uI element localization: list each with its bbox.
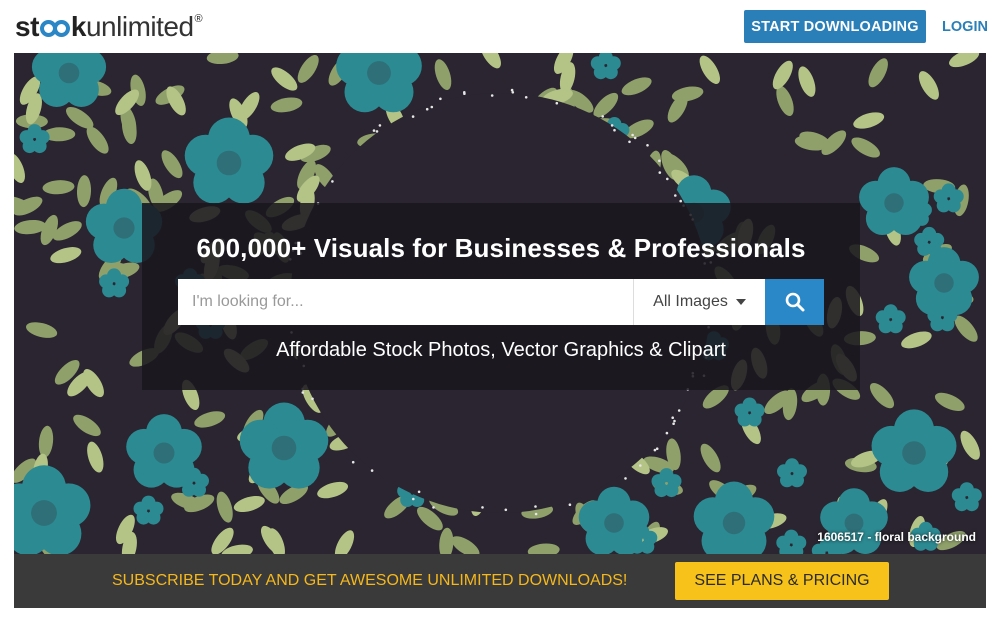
site-header: st k unlimited ® START DOWNLOADING LOGIN [0, 0, 1000, 53]
promo-text: SUBSCRIBE TODAY AND GET AWESOME UNLIMITE… [112, 572, 628, 589]
promo-bar: SUBSCRIBE TODAY AND GET AWESOME UNLIMITE… [14, 554, 986, 608]
logo-text-unlimited: unlimited [85, 11, 194, 42]
search-icon [785, 292, 804, 312]
hero-headline: 600,000+ Visuals for Businesses & Profes… [196, 233, 806, 263]
search-input[interactable] [178, 279, 634, 325]
search-bar: All Images [178, 279, 824, 325]
registered-mark: ® [194, 13, 203, 25]
caret-down-icon [735, 299, 746, 305]
logo-text-st: st [15, 11, 39, 42]
login-link[interactable]: LOGIN [940, 10, 990, 43]
search-panel: 600,000+ Visuals for Businesses & Profes… [142, 203, 860, 390]
see-plans-pricing-button[interactable]: SEE PLANS & PRICING [675, 562, 889, 600]
category-dropdown-label: All Images [653, 293, 728, 310]
category-dropdown[interactable]: All Images [634, 279, 765, 325]
logo-rings-icon [39, 17, 70, 37]
stockunlimited-logo[interactable]: st k unlimited ® [15, 11, 203, 43]
search-button[interactable] [765, 279, 824, 325]
image-caption: 1606517 - floral background [817, 530, 976, 544]
start-downloading-button[interactable]: START DOWNLOADING [744, 10, 926, 43]
hero-tagline: Affordable Stock Photos, Vector Graphics… [276, 339, 726, 361]
hero-banner: 600,000+ Visuals for Businesses & Profes… [14, 53, 986, 554]
logo-text-k: k [70, 11, 87, 42]
